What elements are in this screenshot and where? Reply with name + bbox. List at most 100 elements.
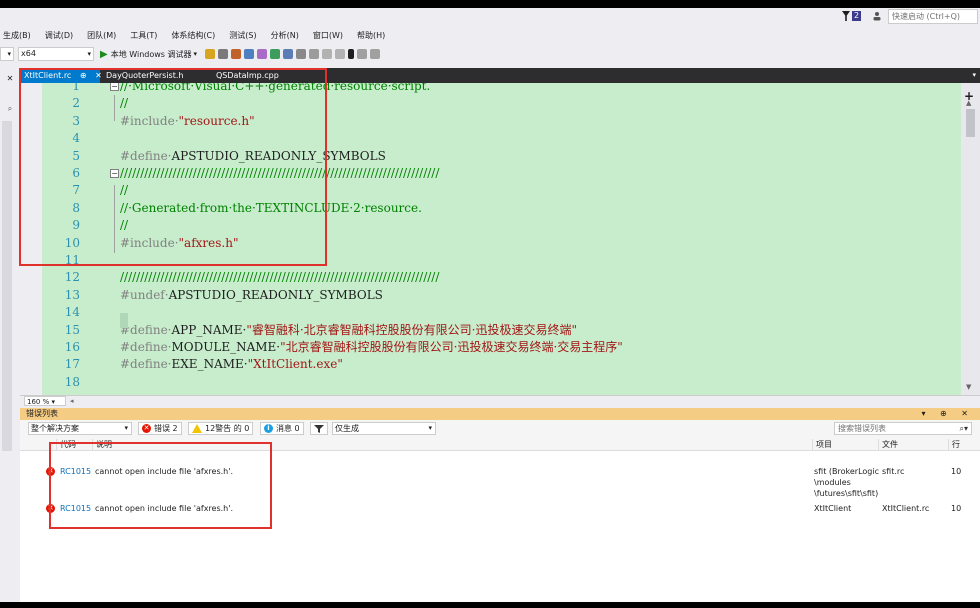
line-number: 17 (64, 357, 80, 372)
scroll-down-icon[interactable]: ▼ (966, 383, 971, 391)
code-line[interactable]: 14 (20, 304, 960, 321)
configuration-combo[interactable]: ▾ (0, 47, 14, 61)
chevron-down-icon: ▾ (428, 424, 432, 432)
search-icon: ⌕▾ (959, 424, 969, 433)
line-number: 15 (64, 322, 80, 337)
next-bookmark-icon[interactable] (370, 49, 381, 59)
error-project-line: sfit (BrokerLogic (814, 467, 879, 476)
code-text: #define·APP_NAME·"睿智融科·北京睿智融科控股股份有限公司·迅投… (120, 322, 577, 339)
code-text: #define·EXE_NAME·"XtItClient.exe" (120, 356, 343, 373)
menu-build[interactable]: 生成(B) (0, 28, 38, 44)
scroll-up-icon[interactable]: ▲ (966, 99, 971, 107)
menu-window[interactable]: 窗口(W) (306, 28, 350, 44)
scroll-left-icon[interactable]: ◂ (70, 396, 74, 406)
build-intellisense-combo[interactable]: 仅生成 ▾ (332, 422, 436, 435)
menu-architecture[interactable]: 体系结构(C) (164, 28, 222, 44)
line-number: 18 (64, 374, 80, 389)
errors-filter-button[interactable]: ✕ 错误 2 (138, 422, 182, 435)
search-icon[interactable]: ⌕ (0, 104, 20, 114)
code-text: #undef·APSTUDIO_READONLY_SYMBOLS (120, 287, 383, 304)
start-debug-button[interactable]: 本地 Windows 调试器 (111, 49, 192, 60)
messages-filter-label: 消息 0 (276, 424, 300, 433)
build-filter-toggle[interactable] (310, 422, 328, 435)
code-text: ////////////////////////////////////////… (120, 269, 439, 286)
chevron-down-icon: ▾ (7, 50, 11, 58)
top-black-border (0, 0, 980, 8)
quick-launch-input[interactable]: 快速启动 (Ctrl+Q) (888, 9, 978, 24)
error-list-toolbar: 整个解决方案 ▾ ✕ 错误 2 12警告 的 0 i 消息 0 仅生成 ▾ 搜索… (20, 421, 980, 437)
code-token: MODULE_NAME· (171, 340, 281, 354)
menu-debug[interactable]: 调试(D) (38, 28, 80, 44)
error-search-input[interactable]: 搜索错误列表 ⌕▾ (834, 422, 972, 435)
outdent-icon[interactable] (335, 49, 346, 59)
info-icon: i (264, 424, 273, 433)
toolbar-icons (205, 49, 381, 59)
code-token: APSTUDIO_READONLY_SYMBOLS (168, 287, 383, 302)
messages-filter-button[interactable]: i 消息 0 (260, 422, 304, 435)
left-tool-strip: ✕ ⌕ (0, 66, 20, 602)
col-line[interactable]: 行 (948, 439, 976, 451)
chevron-down-icon: ▾ (87, 50, 91, 58)
left-scrollbar[interactable] (2, 121, 12, 451)
menu-tools[interactable]: 工具(T) (123, 28, 164, 44)
code-line[interactable]: 12 //////////////////////////////////////… (20, 269, 960, 286)
error-list-header: 错误列表 ▾ ⊕ ✕ (20, 408, 980, 420)
bookmark-icon[interactable] (205, 49, 216, 59)
filter-icon (314, 424, 324, 433)
errors-filter-label: 错误 2 (154, 424, 178, 433)
notifications[interactable]: 2 (842, 11, 862, 21)
error-line: 10 (951, 504, 962, 513)
prev-bookmark-icon[interactable] (357, 49, 368, 59)
col-project[interactable]: 项目 (812, 439, 878, 451)
indent-icon[interactable] (322, 49, 333, 59)
start-debug-icon[interactable]: ▶ (100, 49, 108, 60)
zoom-value: 160 % (27, 398, 50, 406)
find-icon[interactable] (244, 49, 255, 59)
code-line[interactable]: 18 (20, 374, 960, 391)
code-token: "北京睿智融科控股股份有限公司·迅投极速交易终端·交易主程序" (280, 340, 623, 354)
code-line[interactable]: 15 #define·APP_NAME·"睿智融科·北京睿智融科控股股份有限公司·… (20, 322, 960, 339)
format-icon[interactable] (257, 49, 268, 59)
platform-combo[interactable]: x64 ▾ (18, 47, 94, 61)
chevron-down-icon[interactable]: ▾ (194, 50, 198, 58)
title-bar: 2 快速启动 (Ctrl+Q) (0, 8, 980, 28)
code-token: #define· (120, 357, 172, 372)
line-number: 14 (64, 305, 80, 320)
code-token: "XtItClient.exe" (247, 357, 343, 372)
step-icon[interactable] (218, 49, 229, 59)
menu-help[interactable]: 帮助(H) (350, 28, 392, 44)
code-token: #define· (120, 340, 172, 354)
col-file[interactable]: 文件 (878, 439, 948, 451)
notification-flag-icon (842, 11, 850, 21)
standard-toolbar: ▾ x64 ▾ ▶ 本地 Windows 调试器 ▾ (0, 45, 980, 63)
menu-test[interactable]: 测试(S) (222, 28, 263, 44)
scroll-thumb[interactable] (966, 109, 975, 137)
editor-status-bar: 160 % ▾ ◂ (20, 395, 980, 406)
uncomment-icon[interactable] (309, 49, 320, 59)
account-icon[interactable] (872, 11, 882, 21)
error-list-title: 错误列表 (26, 409, 58, 418)
outline-icon[interactable] (283, 49, 294, 59)
menu-analyze[interactable]: 分析(N) (264, 28, 306, 44)
close-icon[interactable]: ✕ (0, 74, 20, 83)
error-file: XtItClient.rc (882, 504, 930, 513)
code-text: #define·MODULE_NAME·"北京睿智融科控股股份有限公司·迅投极速… (120, 339, 623, 356)
error-icon: ✕ (142, 424, 151, 433)
platform-value: x64 (21, 49, 36, 58)
code-line[interactable]: 17 #define·EXE_NAME·"XtItClient.exe" (20, 356, 960, 373)
navigate-icon[interactable] (270, 49, 281, 59)
comment-icon[interactable] (296, 49, 307, 59)
menu-team[interactable]: 团队(M) (80, 28, 123, 44)
warning-icon (192, 424, 202, 433)
editor-vertical-scrollbar[interactable] (961, 83, 980, 395)
code-line[interactable]: 13 #undef·APSTUDIO_READONLY_SYMBOLS (20, 287, 960, 304)
code-line[interactable]: 16 #define·MODULE_NAME·"北京睿智融科控股股份有限公司·迅投… (20, 339, 960, 356)
menu-bar: 生成(B) 调试(D) 团队(M) 工具(T) 体系结构(C) 测试(S) 分析… (0, 28, 392, 44)
zoom-combo[interactable]: 160 % ▾ (24, 396, 66, 406)
class-view-icon[interactable] (231, 49, 242, 59)
scope-combo[interactable]: 整个解决方案 ▾ (28, 422, 132, 435)
bookmark-toggle-icon[interactable] (348, 49, 355, 59)
chevron-down-icon[interactable]: ▾ (972, 68, 976, 83)
panel-controls[interactable]: ▾ ⊕ ✕ (921, 408, 974, 420)
warnings-filter-button[interactable]: 12警告 的 0 (188, 422, 254, 435)
